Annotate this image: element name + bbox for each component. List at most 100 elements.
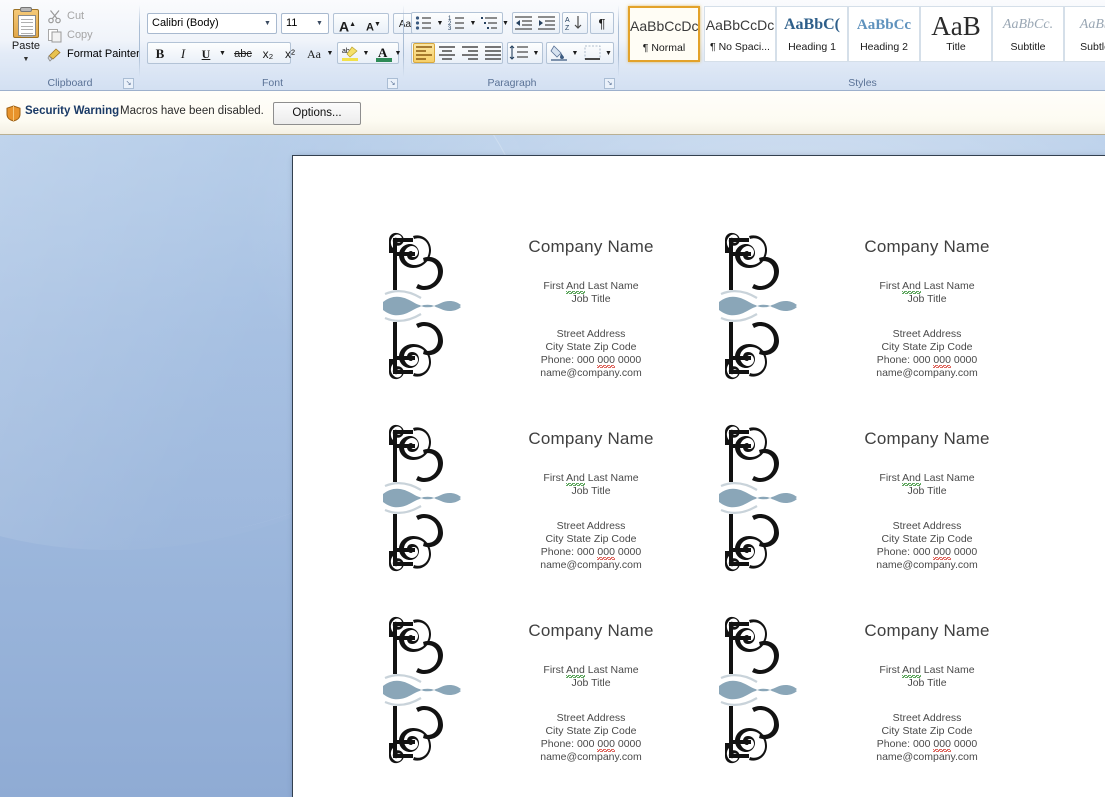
bullets-dropdown-arrow[interactable]: ▼ xyxy=(435,13,445,33)
chevron-down-icon[interactable]: ▼ xyxy=(262,14,273,33)
subscript-button[interactable]: x₂ xyxy=(257,43,279,63)
phone-flagged-segment: 000 xyxy=(933,738,951,752)
underline-dropdown-arrow[interactable]: ▼ xyxy=(217,43,228,63)
city-state-zip: City State Zip Code xyxy=(881,341,972,353)
style-tile-title[interactable]: AaB Title xyxy=(920,6,992,62)
business-card[interactable]: Company NameFirst And Last NameJob Title… xyxy=(371,610,707,797)
grow-font-button[interactable]: A▲ xyxy=(335,14,360,33)
shading-dropdown-arrow[interactable]: ▼ xyxy=(570,43,580,63)
business-card-text: Company NameFirst And Last NameJob Title… xyxy=(811,610,1043,764)
multilevel-list-button[interactable] xyxy=(479,13,501,33)
paste-icon xyxy=(11,7,41,39)
highlighter-icon: ab xyxy=(340,44,360,63)
line-spacing-dropdown-arrow[interactable]: ▼ xyxy=(531,43,541,63)
shrink-font-button[interactable]: A▼ xyxy=(361,14,386,33)
show-formatting-marks-button[interactable]: ¶ xyxy=(591,13,613,33)
borders-dropdown-arrow[interactable]: ▼ xyxy=(604,43,613,63)
increase-indent-icon xyxy=(537,14,557,32)
person-name-prefix: First xyxy=(879,280,902,292)
person-block: First And Last NameJob Title xyxy=(811,280,1043,306)
style-preview: AaBbCcDc xyxy=(705,7,775,41)
security-options-button[interactable]: Options... xyxy=(273,102,361,125)
person-name-flagged-word: And xyxy=(566,472,585,486)
borders-button[interactable] xyxy=(582,43,604,63)
justify-button[interactable] xyxy=(482,43,504,63)
font-color-dropdown-arrow[interactable]: ▼ xyxy=(393,43,403,63)
person-name-prefix: First xyxy=(543,472,566,484)
align-left-button[interactable] xyxy=(413,43,435,63)
style-tile-subtitle[interactable]: AaBbCc. Subtitle xyxy=(992,6,1064,62)
street-address: Street Address xyxy=(557,328,626,340)
style-tile-subtle-emphasis[interactable]: AaBbC Subtle E xyxy=(1064,6,1105,62)
font-name-combo[interactable]: Calibri (Body) ▼ xyxy=(147,13,277,34)
business-card-text: Company NameFirst And Last NameJob Title… xyxy=(811,226,1043,380)
paste-button[interactable]: Paste ▼ xyxy=(4,4,48,68)
job-title: Job Title xyxy=(571,677,610,689)
copy-button[interactable]: Copy xyxy=(44,25,94,44)
svg-text:A: A xyxy=(565,17,570,24)
business-card-text: Company NameFirst And Last NameJob Title… xyxy=(475,418,707,572)
styles-group-label: Styles xyxy=(620,77,1105,89)
paragraph-dialog-launcher[interactable]: ↘ xyxy=(604,78,615,89)
numbering-button[interactable]: 123 xyxy=(446,13,468,33)
bold-button[interactable]: B xyxy=(149,43,171,63)
superscript-button[interactable]: x² xyxy=(279,43,301,63)
job-title: Job Title xyxy=(907,677,946,689)
phone-flagged-segment: 000 xyxy=(597,546,615,560)
font-color-button[interactable]: A xyxy=(373,43,395,63)
sort-button[interactable]: A Z xyxy=(563,13,587,33)
shading-button[interactable] xyxy=(548,43,570,63)
email-address: name@company.com xyxy=(540,367,642,379)
italic-button[interactable]: I xyxy=(172,43,194,63)
change-case-dropdown-arrow[interactable]: ▼ xyxy=(325,43,335,63)
highlight-dropdown-arrow[interactable]: ▼ xyxy=(361,43,371,63)
shield-warning-icon xyxy=(6,105,21,122)
person-name-suffix: Last Name xyxy=(921,472,975,484)
numbering-dropdown-arrow[interactable]: ▼ xyxy=(468,13,478,33)
city-state-zip: City State Zip Code xyxy=(545,725,636,737)
decorative-flourish-icon xyxy=(379,232,471,380)
style-tile-normal[interactable]: AaBbCcDc ¶ Normal xyxy=(628,6,700,62)
business-card[interactable]: Company NameFirst And Last NameJob Title… xyxy=(371,418,707,610)
business-card[interactable]: Company NameFirst And Last NameJob Title… xyxy=(707,418,1043,610)
decrease-indent-button[interactable] xyxy=(513,13,535,33)
business-card[interactable]: Company NameFirst And Last NameJob Title… xyxy=(707,610,1043,797)
phone-suffix: 0000 xyxy=(615,546,641,558)
style-tile-heading-2[interactable]: AaBbCc Heading 2 xyxy=(848,6,920,62)
format-painter-button[interactable]: Format Painter xyxy=(44,44,141,63)
strikethrough-button[interactable]: abc xyxy=(230,43,256,63)
chevron-down-icon[interactable]: ▼ xyxy=(314,14,325,33)
line-spacing-button[interactable] xyxy=(508,43,532,63)
font-size-value: 11 xyxy=(286,17,297,29)
cut-button[interactable]: Cut xyxy=(44,6,85,25)
street-address: Street Address xyxy=(893,712,962,724)
font-dialog-launcher[interactable]: ↘ xyxy=(387,78,398,89)
increase-indent-button[interactable] xyxy=(536,13,558,33)
city-state-zip: City State Zip Code xyxy=(545,533,636,545)
business-card[interactable]: Company NameFirst And Last NameJob Title… xyxy=(371,226,707,418)
phone-suffix: 0000 xyxy=(615,354,641,366)
phone-flagged-segment: 000 xyxy=(597,738,615,752)
bullets-button[interactable] xyxy=(413,13,435,33)
company-name: Company Name xyxy=(811,429,1043,449)
multilevel-list-icon xyxy=(480,14,500,32)
paste-dropdown-arrow[interactable]: ▼ xyxy=(23,56,30,63)
multilevel-dropdown-arrow[interactable]: ▼ xyxy=(501,13,509,33)
font-size-combo[interactable]: 11 ▼ xyxy=(281,13,329,34)
align-right-button[interactable] xyxy=(459,43,481,63)
person-block: First And Last NameJob Title xyxy=(475,664,707,690)
align-center-button[interactable] xyxy=(436,43,458,63)
city-state-zip: City State Zip Code xyxy=(545,341,636,353)
style-tile-no-spacing[interactable]: AaBbCcDc ¶ No Spaci... xyxy=(704,6,776,62)
highlight-color-button[interactable]: ab xyxy=(339,43,361,63)
underline-button[interactable]: U xyxy=(195,43,217,63)
style-tile-heading-1[interactable]: AaBbC( Heading 1 xyxy=(776,6,848,62)
clipboard-dialog-launcher[interactable]: ↘ xyxy=(123,78,134,89)
job-title: Job Title xyxy=(907,293,946,305)
clipboard-group-label: Clipboard xyxy=(0,77,140,89)
document-page[interactable]: Company NameFirst And Last NameJob Title… xyxy=(292,155,1105,797)
shading-icon xyxy=(549,44,569,62)
decorative-flourish-icon xyxy=(715,424,807,572)
change-case-button[interactable]: Aa xyxy=(302,43,326,63)
business-card[interactable]: Company NameFirst And Last NameJob Title… xyxy=(707,226,1043,418)
